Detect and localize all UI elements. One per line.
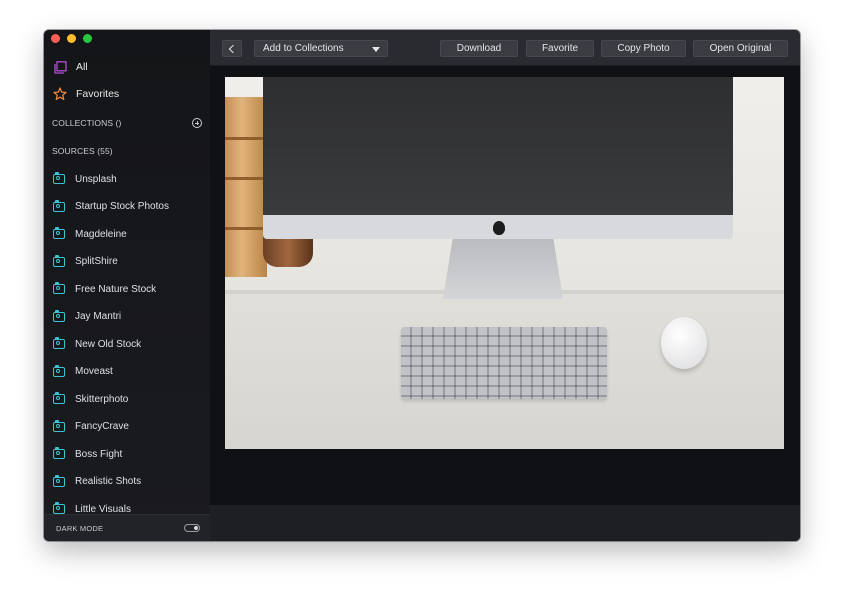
- camera-icon: [53, 447, 65, 459]
- sidebar-item-source[interactable]: Moveast: [53, 363, 202, 381]
- close-window-button[interactable]: [51, 34, 60, 43]
- photo-apple-logo: [493, 221, 505, 235]
- camera-icon: [53, 337, 65, 349]
- camera-icon: [53, 172, 65, 184]
- sidebar-item-source[interactable]: SplitShire: [53, 253, 202, 271]
- sources-header-label: SOURCES (55): [52, 146, 113, 156]
- camera-icon: [53, 474, 65, 487]
- sidebar-item-source[interactable]: Jay Mantri: [53, 308, 202, 326]
- camera-icon: [53, 502, 65, 514]
- sidebar-item-source[interactable]: Realistic Shots: [53, 473, 202, 491]
- photo-shelf-line: [225, 137, 267, 140]
- back-button[interactable]: [222, 40, 242, 57]
- photo-mouse: [661, 317, 707, 369]
- sidebar-item-source[interactable]: New Old Stock: [53, 335, 202, 353]
- photo-monitor-stand: [443, 239, 563, 299]
- camera-icon: [53, 282, 65, 294]
- sidebar-item-label: All: [76, 61, 88, 73]
- sidebar-item-label: FancyCrave: [75, 421, 129, 432]
- camera-icon: [53, 419, 65, 432]
- photo-shelf: [225, 97, 267, 277]
- dark-mode-toggle[interactable]: [184, 524, 200, 532]
- sidebar-item-label: New Old Stock: [75, 338, 142, 350]
- sidebar-item-label: Boss Fight: [75, 448, 123, 460]
- photo-shelf-line: [225, 227, 267, 230]
- copy-photo-button[interactable]: Copy Photo: [601, 40, 686, 57]
- sidebar-item-source[interactable]: Unsplash: [53, 170, 202, 188]
- open-original-button[interactable]: Open Original: [693, 40, 788, 57]
- photo-preview[interactable]: [225, 77, 784, 449]
- sidebar-item-source[interactable]: FancyCrave: [53, 418, 202, 436]
- sidebar-item-favorites[interactable]: Favorites: [53, 84, 202, 104]
- sidebar-item-source[interactable]: Magdeleine: [53, 225, 202, 243]
- sidebar-item-label: Skitterphoto: [75, 393, 129, 405]
- sidebar-footer: DARK MODE: [44, 514, 210, 541]
- camera-icon: [53, 364, 65, 377]
- collections-header-label: COLLECTIONS (): [52, 118, 122, 128]
- viewer-footer-bar: [210, 505, 800, 541]
- collections-select-value: Add to Collections: [263, 43, 344, 54]
- gallery-icon: [53, 60, 67, 74]
- camera-icon: [53, 199, 65, 212]
- sources-header: SOURCES (55): [52, 144, 202, 158]
- sidebar-item-label: Unsplash: [75, 173, 117, 185]
- chevron-left-icon: [228, 44, 238, 53]
- sidebar-item-label: Realistic Shots: [75, 476, 142, 487]
- sidebar-item-label: SplitShire: [75, 256, 118, 267]
- sidebar-item-label: Jay Mantri: [75, 311, 122, 322]
- sidebar-item-label: Startup Stock Photos: [75, 201, 169, 212]
- sidebar-item-label: Free Nature Stock: [75, 283, 157, 295]
- minimize-window-button[interactable]: [67, 34, 76, 43]
- sidebar-item-label: Moveast: [75, 366, 113, 377]
- sidebar-item-label: Magdeleine: [75, 228, 127, 240]
- window-controls: [51, 34, 92, 43]
- sidebar-item-source[interactable]: Boss Fight: [53, 445, 202, 463]
- collections-header: COLLECTIONS (): [52, 116, 202, 130]
- caret-down-icon: [372, 47, 380, 52]
- sidebar-item-label: Little Visuals: [75, 503, 131, 515]
- add-to-collections-select[interactable]: Add to Collections: [254, 40, 388, 57]
- sidebar-item-source[interactable]: Skitterphoto: [53, 390, 202, 408]
- app-window: All Favorites COLLECTIONS () SOURCES (55…: [44, 30, 800, 541]
- photo-shelf-line: [225, 177, 267, 180]
- sidebar-item-all[interactable]: All: [53, 57, 202, 77]
- sidebar-item-source[interactable]: Startup Stock Photos: [53, 198, 202, 216]
- plus-circle-icon[interactable]: [192, 118, 202, 128]
- sidebar-item-source[interactable]: Free Nature Stock: [53, 280, 202, 298]
- sidebar-item-label: Favorites: [76, 88, 120, 100]
- dark-mode-label: DARK MODE: [56, 523, 104, 533]
- camera-icon: [53, 227, 65, 239]
- photo-monitor-screen: [263, 77, 733, 215]
- star-icon: [53, 87, 67, 101]
- camera-icon: [53, 309, 65, 322]
- photo-keyboard: [401, 327, 607, 399]
- camera-icon: [53, 254, 65, 267]
- favorite-button[interactable]: Favorite: [526, 40, 594, 57]
- toolbar: Add to Collections Download Favorite Cop…: [210, 30, 800, 66]
- download-button[interactable]: Download: [440, 40, 518, 57]
- sidebar: All Favorites COLLECTIONS () SOURCES (55…: [44, 30, 210, 541]
- zoom-window-button[interactable]: [83, 34, 92, 43]
- camera-icon: [53, 392, 65, 404]
